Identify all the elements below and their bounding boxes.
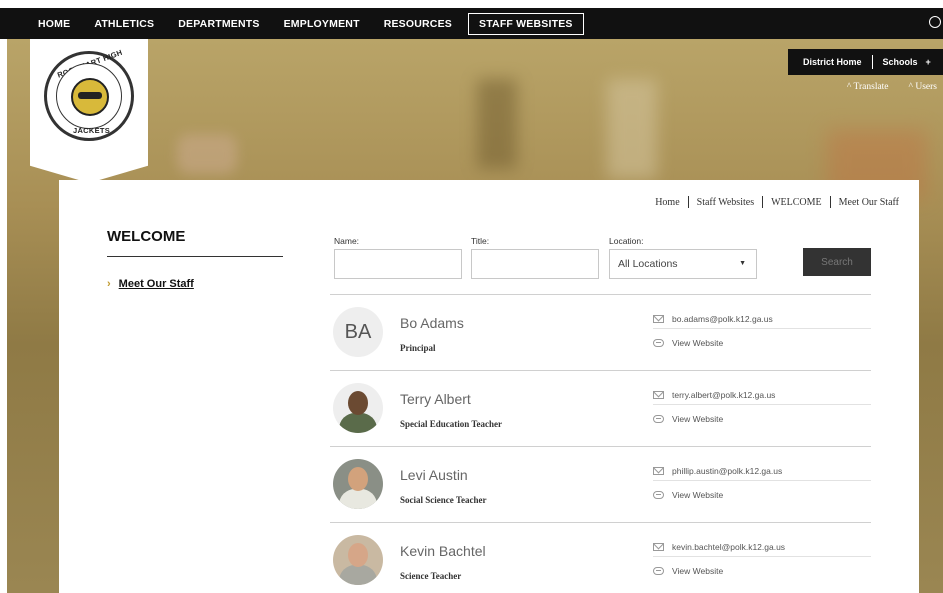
nav-employment[interactable]: EMPLOYMENT (272, 18, 372, 30)
school-logo-banner[interactable]: ROCKMART HIGH SCHOOL JACKETS (30, 39, 148, 183)
photo-head (348, 391, 368, 415)
translate-link[interactable]: ^ Translate (847, 82, 889, 92)
breadcrumb-current: Meet Our Staff (838, 196, 899, 208)
avatar-photo (333, 459, 383, 509)
district-menu: District Home Schools + (788, 49, 943, 75)
staff-row: Kevin Bachtel Science Teacher kevin.bach… (330, 523, 871, 593)
staff-website-link[interactable]: View Website (653, 335, 871, 351)
users-link[interactable]: ^ Users (909, 82, 937, 92)
sidebar-item-meet-our-staff[interactable]: › Meet Our Staff (107, 278, 194, 290)
divider (762, 196, 764, 208)
title-input[interactable] (471, 249, 599, 279)
website-text: View Website (672, 566, 724, 576)
search-button[interactable]: Search (803, 248, 871, 276)
staff-title: Principal (400, 343, 436, 353)
staff-title: Special Education Teacher (400, 419, 503, 429)
utility-links: ^ Translate ^ Users (847, 82, 937, 92)
website-text: View Website (672, 490, 724, 500)
content-panel: Home Staff Websites WELCOME Meet Our Sta… (59, 180, 919, 593)
divider (829, 196, 831, 208)
envelope-icon (653, 314, 664, 323)
link-icon (653, 491, 664, 499)
avatar-photo (333, 535, 383, 585)
photo-body (339, 489, 377, 509)
divider (107, 256, 283, 257)
staff-title: Science Teacher (400, 571, 462, 581)
breadcrumb-welcome[interactable]: WELCOME (771, 197, 822, 208)
staff-name[interactable]: Terry Albert (400, 391, 471, 407)
sidebar-item-label: Meet Our Staff (118, 278, 194, 290)
divider (687, 196, 689, 208)
staff-website-link[interactable]: View Website (653, 487, 871, 503)
staff-website-link[interactable]: View Website (653, 411, 871, 427)
search-icon[interactable] (929, 16, 941, 28)
avatar: BA (333, 307, 383, 357)
school-seal-logo: ROCKMART HIGH SCHOOL JACKETS (44, 48, 134, 141)
title-label: Title: (471, 236, 490, 246)
name-label: Name: (334, 236, 360, 246)
photo-body (339, 413, 377, 433)
district-home-link[interactable]: District Home (803, 57, 862, 67)
staff-name[interactable]: Levi Austin (400, 467, 468, 483)
divider (871, 55, 873, 69)
breadcrumb-staff-websites[interactable]: Staff Websites (697, 197, 754, 208)
nav-resources[interactable]: RESOURCES (372, 18, 464, 30)
nav-departments[interactable]: DEPARTMENTS (166, 18, 271, 30)
staff-email[interactable]: phillip.austin@polk.k12.ga.us (653, 461, 871, 481)
name-input[interactable] (334, 249, 462, 279)
hero-decoration (607, 79, 657, 179)
chevron-right-icon: › (107, 278, 111, 290)
email-text: bo.adams@polk.k12.ga.us (672, 313, 773, 324)
link-icon (653, 567, 664, 575)
staff-email[interactable]: bo.adams@polk.k12.ga.us (653, 309, 871, 329)
staff-row: Levi Austin Social Science Teacher phill… (330, 447, 871, 523)
email-text: phillip.austin@polk.k12.ga.us (672, 465, 783, 476)
link-icon (653, 339, 664, 347)
envelope-icon (653, 466, 664, 475)
website-text: View Website (672, 338, 724, 348)
breadcrumb-home[interactable]: Home (655, 197, 679, 208)
seal-ring (56, 63, 122, 129)
top-navigation: HOME ATHLETICS DEPARTMENTS EMPLOYMENT RE… (0, 8, 943, 39)
hero-decoration (477, 79, 517, 169)
location-select[interactable]: All Locations ▼ (609, 249, 757, 279)
logo-mascot-text: JACKETS (73, 126, 111, 135)
staff-email[interactable]: kevin.bachtel@polk.k12.ga.us (653, 537, 871, 557)
envelope-icon (653, 390, 664, 399)
breadcrumb: Home Staff Websites WELCOME Meet Our Sta… (655, 196, 899, 208)
staff-row: Terry Albert Special Education Teacher t… (330, 371, 871, 447)
staff-email[interactable]: terry.albert@polk.k12.ga.us (653, 385, 871, 405)
hero-decoration (177, 134, 237, 174)
photo-head (348, 467, 368, 491)
location-label: Location: (609, 236, 644, 246)
staff-name[interactable]: Kevin Bachtel (400, 543, 486, 559)
schools-link[interactable]: Schools (883, 57, 918, 67)
staff-website-link[interactable]: View Website (653, 563, 871, 579)
nav-staff-websites[interactable]: STAFF WEBSITES (468, 12, 584, 35)
website-text: View Website (672, 414, 724, 424)
envelope-icon (653, 542, 664, 551)
location-value: All Locations (618, 258, 678, 270)
yellow-jacket-icon (71, 78, 109, 116)
email-text: terry.albert@polk.k12.ga.us (672, 389, 776, 400)
email-text: kevin.bachtel@polk.k12.ga.us (672, 541, 786, 552)
staff-name[interactable]: Bo Adams (400, 315, 464, 331)
link-icon (653, 415, 664, 423)
staff-row: BA Bo Adams Principal bo.adams@polk.k12.… (330, 295, 871, 371)
photo-head (348, 543, 368, 567)
photo-body (339, 565, 377, 585)
chevron-down-icon: ▼ (739, 260, 746, 267)
nav-home[interactable]: HOME (0, 18, 82, 30)
nav-athletics[interactable]: ATHLETICS (82, 18, 166, 30)
staff-title: Social Science Teacher (400, 495, 487, 505)
plus-icon[interactable]: + (926, 57, 931, 67)
avatar-photo (333, 383, 383, 433)
sidebar-title: WELCOME (107, 228, 186, 245)
